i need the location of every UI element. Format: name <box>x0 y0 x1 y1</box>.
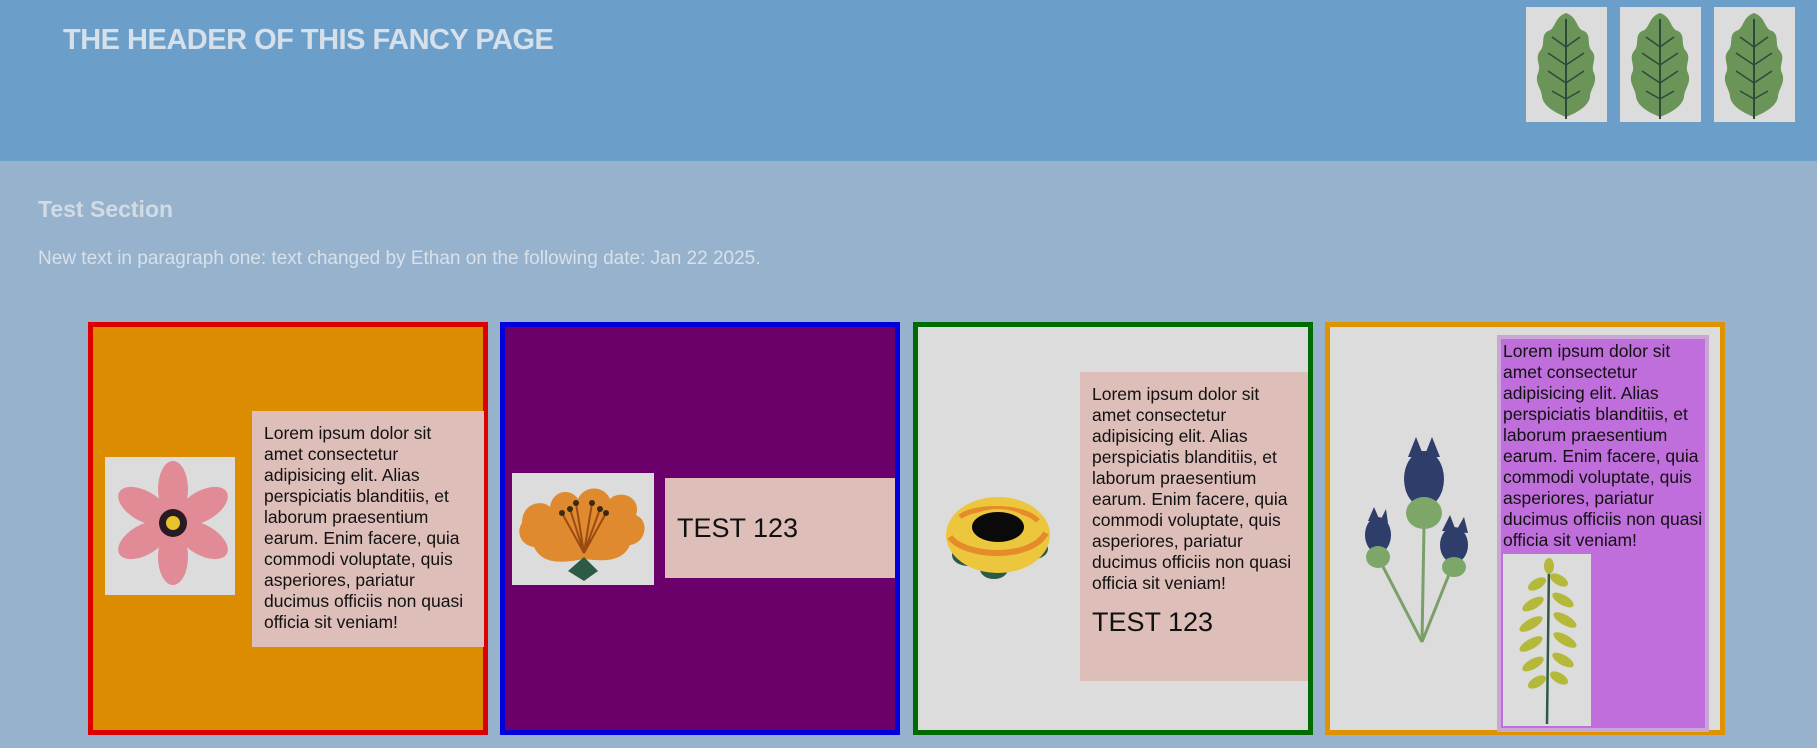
card-lavender: Lorem ipsum dolor sit amet consectetur a… <box>1325 322 1725 735</box>
thistle-icon <box>1342 417 1482 647</box>
card-text: Lorem ipsum dolor sit amet consectetur a… <box>252 411 484 647</box>
page-header: THE HEADER OF THIS FANCY PAGE <box>0 0 1817 161</box>
card-text-box: Lorem ipsum dolor sit amet consectetur a… <box>1080 372 1308 681</box>
fern-icon <box>1503 554 1591 726</box>
card-label: TEST 123 <box>1092 607 1214 637</box>
card-purple: TEST 123 <box>500 322 900 735</box>
card-text: Lorem ipsum dolor sit amet consectetur a… <box>1092 384 1292 593</box>
card-gray: Lorem ipsum dolor sit amet consectetur a… <box>913 322 1313 735</box>
orange-flower-icon <box>512 473 654 585</box>
yellow-rose-icon <box>934 477 1064 587</box>
leaf-icon <box>1526 7 1607 122</box>
card-text: Lorem ipsum dolor sit amet consectetur a… <box>1503 341 1703 550</box>
card-inner-panel: Lorem ipsum dolor sit amet consectetur a… <box>1497 335 1709 732</box>
leaf-icon <box>1714 7 1795 122</box>
leaf-icon <box>1620 7 1701 122</box>
card-label: TEST 123 <box>677 512 799 543</box>
pink-flower-icon <box>105 457 235 595</box>
card-label-box: TEST 123 <box>665 478 895 578</box>
card-orange: Lorem ipsum dolor sit amet consectetur a… <box>88 322 488 735</box>
section-paragraph: New text in paragraph one: text changed … <box>38 248 761 269</box>
header-title: THE HEADER OF THIS FANCY PAGE <box>63 24 554 56</box>
section-title: Test Section <box>38 196 174 222</box>
